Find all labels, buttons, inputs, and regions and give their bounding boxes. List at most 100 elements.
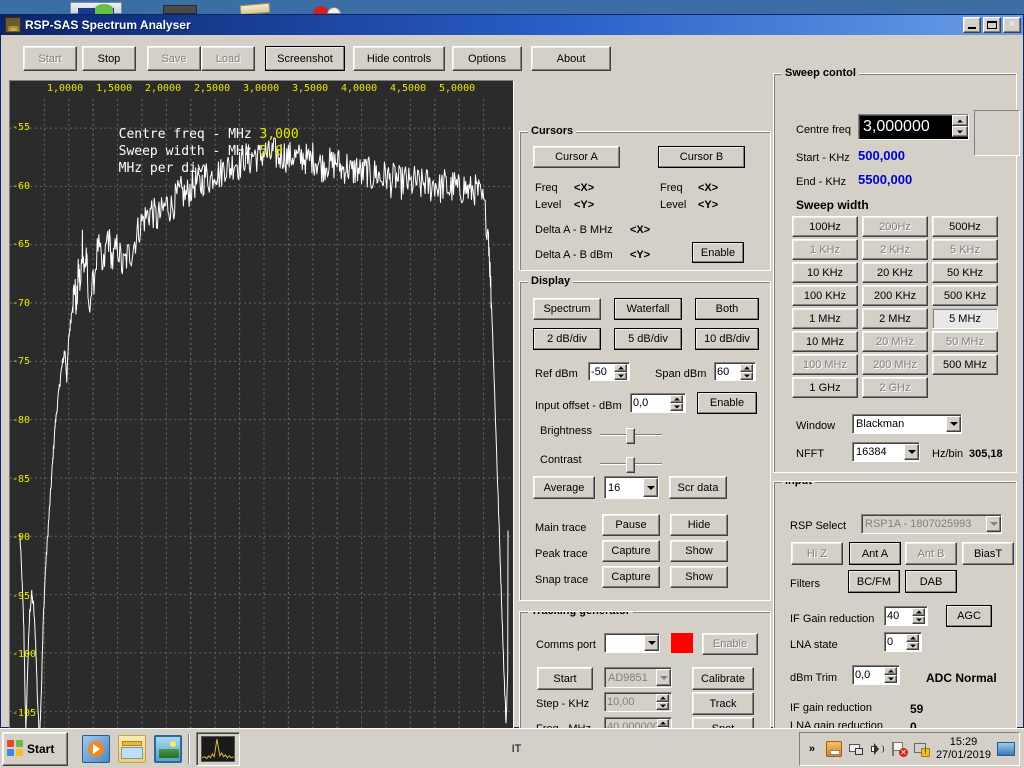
load-button[interactable]: Load — [201, 46, 255, 71]
sweep-width-2-khz-button[interactable]: 2 KHz — [862, 239, 928, 260]
cursor-a-button[interactable]: Cursor A — [533, 146, 620, 168]
sweep-width-1-mhz-button[interactable]: 1 MHz — [792, 308, 858, 329]
close-button[interactable]: × — [1003, 17, 1021, 33]
chevron-down-icon[interactable] — [644, 635, 659, 651]
tracking-calibrate-button[interactable]: Calibrate — [692, 667, 754, 690]
maximize-button[interactable] — [983, 17, 1001, 33]
sweep-width-100hz-button[interactable]: 100Hz — [792, 216, 858, 237]
tracking-step-field[interactable]: 10,00 — [604, 692, 672, 712]
network-icon[interactable] — [848, 741, 864, 757]
sweep-width-200-mhz-button[interactable]: 200 MHz — [862, 354, 928, 375]
sweep-width-1-khz-button[interactable]: 1 KHz — [792, 239, 858, 260]
ant-a-button[interactable]: Ant A — [849, 542, 901, 565]
dbm-trim-spinner[interactable] — [884, 667, 897, 683]
sweep-width-50-mhz-button[interactable]: 50 MHz — [932, 331, 998, 352]
sweep-width-500-khz-button[interactable]: 500 KHz — [932, 285, 998, 306]
minimize-button[interactable] — [963, 17, 981, 33]
tracking-enable-button[interactable]: Enable — [702, 633, 758, 655]
bcfm-button[interactable]: BC/FM — [848, 570, 900, 593]
tracking-chip-combo[interactable]: AD9851 — [604, 667, 672, 688]
title-bar[interactable]: RSP-SAS Spectrum Analyser × — [1, 15, 1023, 35]
spectrum-plot[interactable]: 1,0000 1,5000 2,0000 2,5000 3,0000 3,5000 4,00… — [9, 80, 514, 748]
comms-port-combo[interactable] — [604, 633, 660, 653]
update-icon[interactable]: ! — [913, 741, 930, 757]
dab-button[interactable]: DAB — [905, 570, 957, 593]
sweep-width-200hz-button[interactable]: 200Hz — [862, 216, 928, 237]
dbm-trim-field[interactable]: 0,0 — [852, 665, 900, 685]
ref-dbm-field[interactable]: -50 — [588, 362, 630, 381]
show-hidden-icons[interactable]: » — [804, 741, 820, 757]
file-explorer-icon[interactable] — [118, 734, 146, 763]
security-alert-icon[interactable]: ✕ — [891, 741, 908, 757]
contrast-slider[interactable] — [600, 457, 662, 473]
screenshot-button[interactable]: Screenshot — [265, 46, 345, 71]
spectrum-analyser-task[interactable] — [196, 731, 240, 766]
sweep-width-100-mhz-button[interactable]: 100 MHz — [792, 354, 858, 375]
average-button[interactable]: Average — [533, 476, 595, 499]
media-player-icon[interactable] — [82, 734, 110, 763]
display-2db-div-button[interactable]: 2 dB/div — [533, 328, 601, 350]
cursor-b-button[interactable]: Cursor B — [658, 146, 745, 168]
agc-button[interactable]: AGC — [946, 605, 992, 627]
main-trace-pause-button[interactable]: Pause — [602, 514, 660, 536]
main-trace-hide-button[interactable]: Hide — [670, 514, 728, 536]
sweep-width-500-mhz-button[interactable]: 500 MHz — [932, 354, 998, 375]
safely-remove-hardware-icon[interactable] — [825, 740, 842, 757]
nfft-combo[interactable]: 16384 — [852, 442, 920, 462]
peak-trace-show-button[interactable]: Show — [670, 540, 728, 562]
sweep-width-500hz-button[interactable]: 500Hz — [932, 216, 998, 237]
display-mode-spectrum-button[interactable]: Spectrum — [533, 298, 601, 320]
chevron-down-icon[interactable] — [946, 416, 961, 432]
input-offset-spinner[interactable] — [670, 395, 683, 411]
ref-dbm-spinner[interactable] — [614, 363, 627, 380]
ant-b-button[interactable]: Ant B — [905, 542, 957, 565]
snap-trace-show-button[interactable]: Show — [670, 566, 728, 588]
chevron-down-icon[interactable] — [904, 444, 919, 460]
about-button[interactable]: About — [531, 46, 611, 71]
language-indicator[interactable]: IT — [512, 743, 522, 755]
input-offset-enable-button[interactable]: Enable — [697, 392, 757, 414]
display-10db-div-button[interactable]: 10 dB/div — [695, 328, 759, 350]
sweep-width-1-ghz-button[interactable]: 1 GHz — [792, 377, 858, 398]
options-button[interactable]: Options — [452, 46, 522, 71]
sweep-width-5-mhz-button[interactable]: 5 MHz — [932, 308, 998, 329]
stop-button[interactable]: Stop — [82, 46, 136, 71]
sweep-width-5-khz-button[interactable]: 5 KHz — [932, 239, 998, 260]
start-button[interactable]: Start — [2, 731, 68, 766]
scr-data-button[interactable]: Scr data — [669, 476, 727, 499]
show-desktop-icon[interactable] — [997, 741, 1015, 756]
brightness-thumb[interactable] — [626, 428, 635, 444]
volume-icon[interactable] — [870, 741, 886, 757]
if-gain-field[interactable]: 40 — [884, 606, 928, 626]
chevron-down-icon[interactable] — [656, 669, 671, 686]
clock[interactable]: 15:29 27/01/2019 — [936, 736, 991, 762]
brightness-slider[interactable] — [600, 428, 662, 444]
hiz-button[interactable]: Hi Z — [791, 542, 843, 565]
centre-freq-spinner[interactable] — [952, 115, 968, 139]
sweep-width-2-mhz-button[interactable]: 2 MHz — [862, 308, 928, 329]
display-5db-div-button[interactable]: 5 dB/div — [614, 328, 682, 350]
sweep-width-20-khz-button[interactable]: 20 KHz — [862, 262, 928, 283]
display-mode-both-button[interactable]: Both — [695, 298, 759, 320]
save-button[interactable]: Save — [147, 46, 201, 71]
tracking-start-button[interactable]: Start — [537, 667, 593, 690]
span-dbm-spinner[interactable] — [740, 363, 753, 380]
tracking-step-spinner[interactable] — [656, 694, 669, 710]
chevron-down-icon[interactable] — [643, 478, 658, 497]
sweep-width-2-ghz-button[interactable]: 2 GHz — [862, 377, 928, 398]
contrast-thumb[interactable] — [626, 457, 635, 473]
peak-trace-capture-button[interactable]: Capture — [602, 540, 660, 562]
if-gain-spinner[interactable] — [912, 608, 925, 624]
tracking-track-button[interactable]: Track — [692, 692, 754, 715]
lna-state-spinner[interactable] — [906, 634, 919, 650]
centre-freq-field[interactable]: 3,000000 — [858, 114, 969, 140]
average-combo[interactable]: 16 — [604, 476, 659, 499]
span-dbm-field[interactable]: 60 — [714, 362, 756, 381]
chevron-down-icon[interactable] — [986, 516, 1001, 532]
sweep-width-200-khz-button[interactable]: 200 KHz — [862, 285, 928, 306]
hide-controls-button[interactable]: Hide controls — [353, 46, 445, 71]
display-mode-waterfall-button[interactable]: Waterfall — [614, 298, 682, 320]
cursors-enable-button[interactable]: Enable — [692, 242, 744, 263]
sweep-width-50-khz-button[interactable]: 50 KHz — [932, 262, 998, 283]
sweep-width-100-khz-button[interactable]: 100 KHz — [792, 285, 858, 306]
